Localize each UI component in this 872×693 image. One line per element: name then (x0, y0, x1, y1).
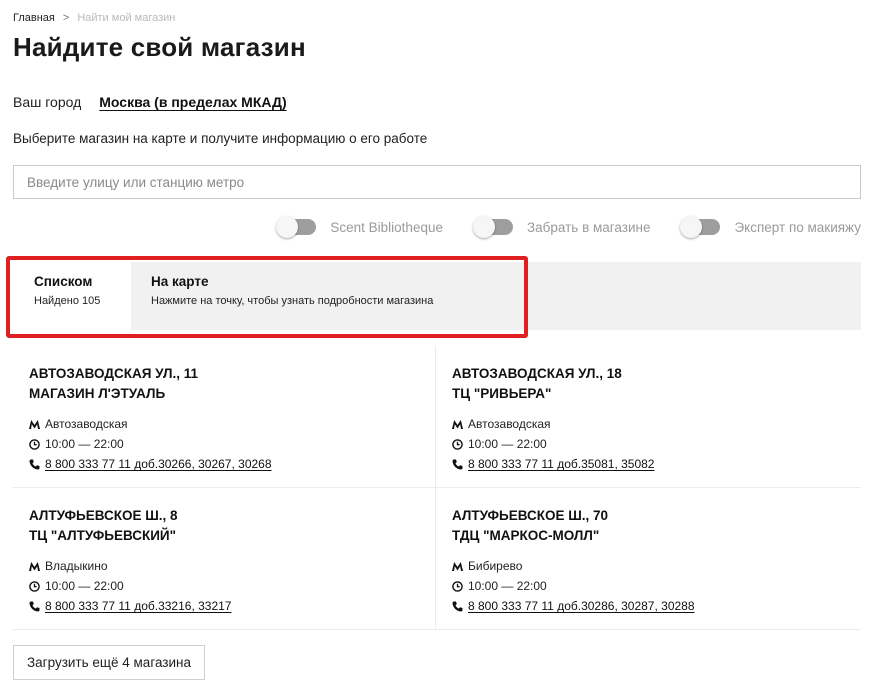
page-title: Найдите свой магазин (13, 32, 306, 62)
store-metro: Автозаводская (29, 414, 419, 434)
store-phone: 8 800 333 77 11 доб.35081, 35082 (452, 454, 845, 474)
store-address: АВТОЗАВОДСКАЯ УЛ., 18 (452, 366, 622, 381)
store-hours-text: 10:00 — 22:00 (45, 437, 124, 451)
load-more-button[interactable]: Загрузить ещё 4 магазина (13, 645, 205, 680)
view-mode-bar: Списком Найдено 105 На карте Нажмите на … (13, 262, 861, 330)
metro-icon (29, 561, 40, 572)
clock-icon (452, 580, 463, 592)
map-hint-text: Выберите магазин на карте и получите инф… (13, 131, 428, 146)
store-phone-link[interactable]: 8 800 333 77 11 доб.35081, 35082 (468, 457, 654, 471)
store-hours: 10:00 — 22:00 (29, 576, 419, 596)
store-address: АВТОЗАВОДСКАЯ УЛ., 11 (29, 366, 199, 381)
city-value-link[interactable]: Москва (в пределах МКАД) (99, 94, 286, 110)
store-address: АЛТУФЬЕВСКОЕ Ш., 8 (29, 508, 178, 523)
metro-icon (452, 419, 463, 430)
tab-list-view[interactable]: Списком Найдено 105 (13, 262, 131, 330)
filter-pickup-in-store[interactable]: Забрать в магазине (472, 216, 651, 238)
tab-list-count: Найдено 105 (34, 295, 101, 307)
store-list: АВТОЗАВОДСКАЯ УЛ., 11 МАГАЗИН Л'ЭТУАЛЬ А… (13, 346, 861, 630)
store-name: ТЦ "РИВЬЕРА" (452, 386, 552, 401)
breadcrumb-home-link[interactable]: Главная (13, 12, 55, 24)
store-phone: 8 800 333 77 11 доб.30266, 30267, 30268 (29, 454, 419, 474)
store-hours: 10:00 — 22:00 (452, 576, 845, 596)
store-address: АЛТУФЬЕВСКОЕ Ш., 70 (452, 508, 609, 523)
filter-toggles: Scent Bibliotheque Забрать в магазине Эк… (276, 216, 861, 238)
store-hours-text: 10:00 — 22:00 (468, 579, 547, 593)
store-hours-text: 10:00 — 22:00 (468, 437, 547, 451)
phone-icon (452, 459, 463, 470)
clock-icon (29, 438, 40, 450)
store-card: АВТОЗАВОДСКАЯ УЛ., 11 МАГАЗИН Л'ЭТУАЛЬ А… (13, 346, 436, 488)
store-hours: 10:00 — 22:00 (452, 434, 845, 454)
store-metro-name: Автозаводская (468, 417, 551, 431)
store-metro: Бибирево (452, 556, 845, 576)
store-name: МАГАЗИН Л'ЭТУАЛЬ (29, 386, 166, 401)
filter-scent-bibliotheque[interactable]: Scent Bibliotheque (276, 216, 443, 238)
store-phone-link[interactable]: 8 800 333 77 11 доб.33216, 33217 (45, 599, 231, 613)
metro-icon (29, 419, 40, 430)
phone-icon (29, 601, 40, 612)
tab-map-subtitle: Нажмите на точку, чтобы узнать подробнос… (151, 295, 434, 307)
store-phone-link[interactable]: 8 800 333 77 11 доб.30286, 30287, 30288 (468, 599, 695, 613)
tab-map-view[interactable]: На карте Нажмите на точку, чтобы узнать … (151, 274, 433, 307)
store-card: АЛТУФЬЕВСКОЕ Ш., 8 ТЦ "АЛТУФЬЕВСКИЙ" Вла… (13, 488, 436, 630)
toggle-switch[interactable] (680, 216, 722, 238)
toggle-switch[interactable] (472, 216, 515, 238)
store-hours: 10:00 — 22:00 (29, 434, 419, 454)
store-name: ТДЦ "МАРКОС-МОЛЛ" (452, 528, 600, 543)
store-metro-name: Владыкино (45, 559, 108, 573)
breadcrumb-current: Найти мой магазин (77, 12, 176, 24)
clock-icon (29, 580, 40, 592)
store-metro-name: Бибирево (468, 559, 523, 573)
filter-label: Scent Bibliotheque (330, 219, 443, 235)
city-label: Ваш город (13, 94, 82, 110)
store-card: АЛТУФЬЕВСКОЕ Ш., 70 ТДЦ "МАРКОС-МОЛЛ" Би… (436, 488, 861, 630)
tab-list-title: Списком (34, 274, 93, 289)
store-phone: 8 800 333 77 11 доб.33216, 33217 (29, 596, 419, 616)
store-phone-link[interactable]: 8 800 333 77 11 доб.30266, 30267, 30268 (45, 457, 272, 471)
metro-icon (452, 561, 463, 572)
city-selector: Ваш город Москва (в пределах МКАД) (13, 94, 287, 110)
store-metro: Владыкино (29, 556, 419, 576)
breadcrumb: Главная > Найти мой магазин (13, 12, 175, 24)
filter-makeup-expert[interactable]: Эксперт по макияжу (680, 216, 861, 238)
filter-label: Забрать в магазине (526, 219, 651, 235)
store-card: АВТОЗАВОДСКАЯ УЛ., 18 ТЦ "РИВЬЕРА" Автоз… (436, 346, 861, 488)
clock-icon (452, 438, 463, 450)
phone-icon (452, 601, 463, 612)
store-metro-name: Автозаводская (45, 417, 128, 431)
store-phone: 8 800 333 77 11 доб.30286, 30287, 30288 (452, 596, 845, 616)
phone-icon (29, 459, 40, 470)
store-hours-text: 10:00 — 22:00 (45, 579, 124, 593)
store-name: ТЦ "АЛТУФЬЕВСКИЙ" (29, 528, 177, 543)
filter-label: Эксперт по макияжу (734, 219, 861, 235)
toggle-switch[interactable] (276, 216, 318, 238)
search-input[interactable] (13, 165, 861, 199)
breadcrumb-separator: > (62, 12, 70, 24)
tab-map-title: На карте (151, 274, 209, 289)
store-metro: Автозаводская (452, 414, 845, 434)
